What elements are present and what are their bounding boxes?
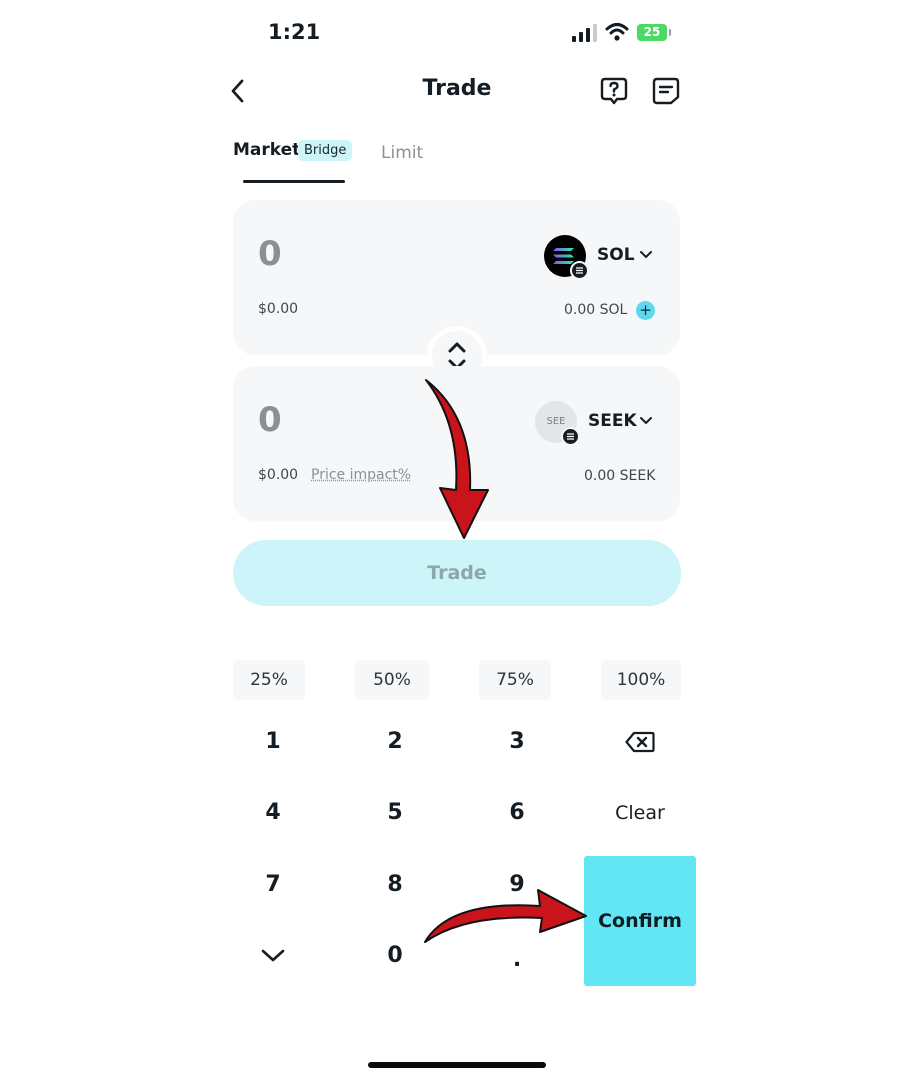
bridge-badge: Bridge: [298, 140, 353, 161]
price-impact-link[interactable]: Price impact%: [311, 467, 411, 483]
to-amount-value: 0: [258, 400, 282, 440]
from-token-balance: 0.00 SOL: [564, 302, 628, 318]
page-title: Trade: [422, 76, 492, 101]
chevron-down-icon: [261, 949, 285, 962]
key-4[interactable]: 4: [233, 793, 313, 833]
from-token-symbol: SOL: [597, 245, 635, 265]
solana-chain-icon: [561, 427, 580, 446]
collapse-keypad-key[interactable]: [233, 936, 313, 976]
back-arrow-icon[interactable]: [226, 76, 250, 106]
from-usd-value: $0.00: [258, 301, 299, 317]
chevron-down-icon: [640, 251, 652, 259]
backspace-icon: [625, 731, 655, 753]
confirm-button[interactable]: Confirm: [584, 856, 696, 986]
percent-75-button[interactable]: 75%: [479, 660, 551, 700]
key-6[interactable]: 6: [477, 793, 557, 833]
trade-button[interactable]: Trade: [233, 540, 681, 606]
help-icon[interactable]: [599, 76, 629, 106]
red-annotation-arrow-down: [425, 379, 489, 539]
to-token-symbol: SEEK: [588, 411, 637, 431]
active-tab-indicator: [243, 180, 345, 183]
percent-50-button[interactable]: 50%: [355, 660, 429, 700]
wifi-icon: [605, 23, 629, 41]
to-token-balance: 0.00 SEEK: [584, 468, 656, 484]
key-7[interactable]: 7: [233, 865, 313, 905]
clear-key[interactable]: Clear: [600, 793, 680, 833]
chevron-down-icon: [640, 417, 652, 425]
from-amount-input[interactable]: 0: [258, 234, 282, 274]
key-2[interactable]: 2: [355, 722, 435, 762]
home-indicator: [368, 1062, 546, 1068]
to-usd-value: $0.00: [258, 467, 299, 483]
from-token-selector[interactable]: SOL: [544, 235, 654, 280]
key-decimal[interactable]: .: [477, 940, 557, 980]
to-token-selector[interactable]: SEE SEEK: [535, 401, 655, 446]
solana-chain-icon: [570, 261, 589, 280]
status-time: 1:21: [268, 20, 321, 44]
backspace-key[interactable]: [600, 722, 680, 762]
add-funds-plus-icon[interactable]: +: [636, 301, 655, 320]
tab-limit[interactable]: Limit: [381, 143, 423, 163]
red-annotation-arrow-right: [424, 889, 587, 943]
percent-25-button[interactable]: 25%: [233, 660, 305, 700]
battery-icon: 25: [637, 24, 671, 41]
key-5[interactable]: 5: [355, 793, 435, 833]
percent-100-button[interactable]: 100%: [601, 660, 681, 700]
tab-market[interactable]: Market: [233, 140, 300, 160]
key-3[interactable]: 3: [477, 722, 557, 762]
history-list-icon[interactable]: [652, 76, 680, 106]
key-1[interactable]: 1: [233, 722, 313, 762]
cellular-signal-icon: [572, 24, 598, 42]
